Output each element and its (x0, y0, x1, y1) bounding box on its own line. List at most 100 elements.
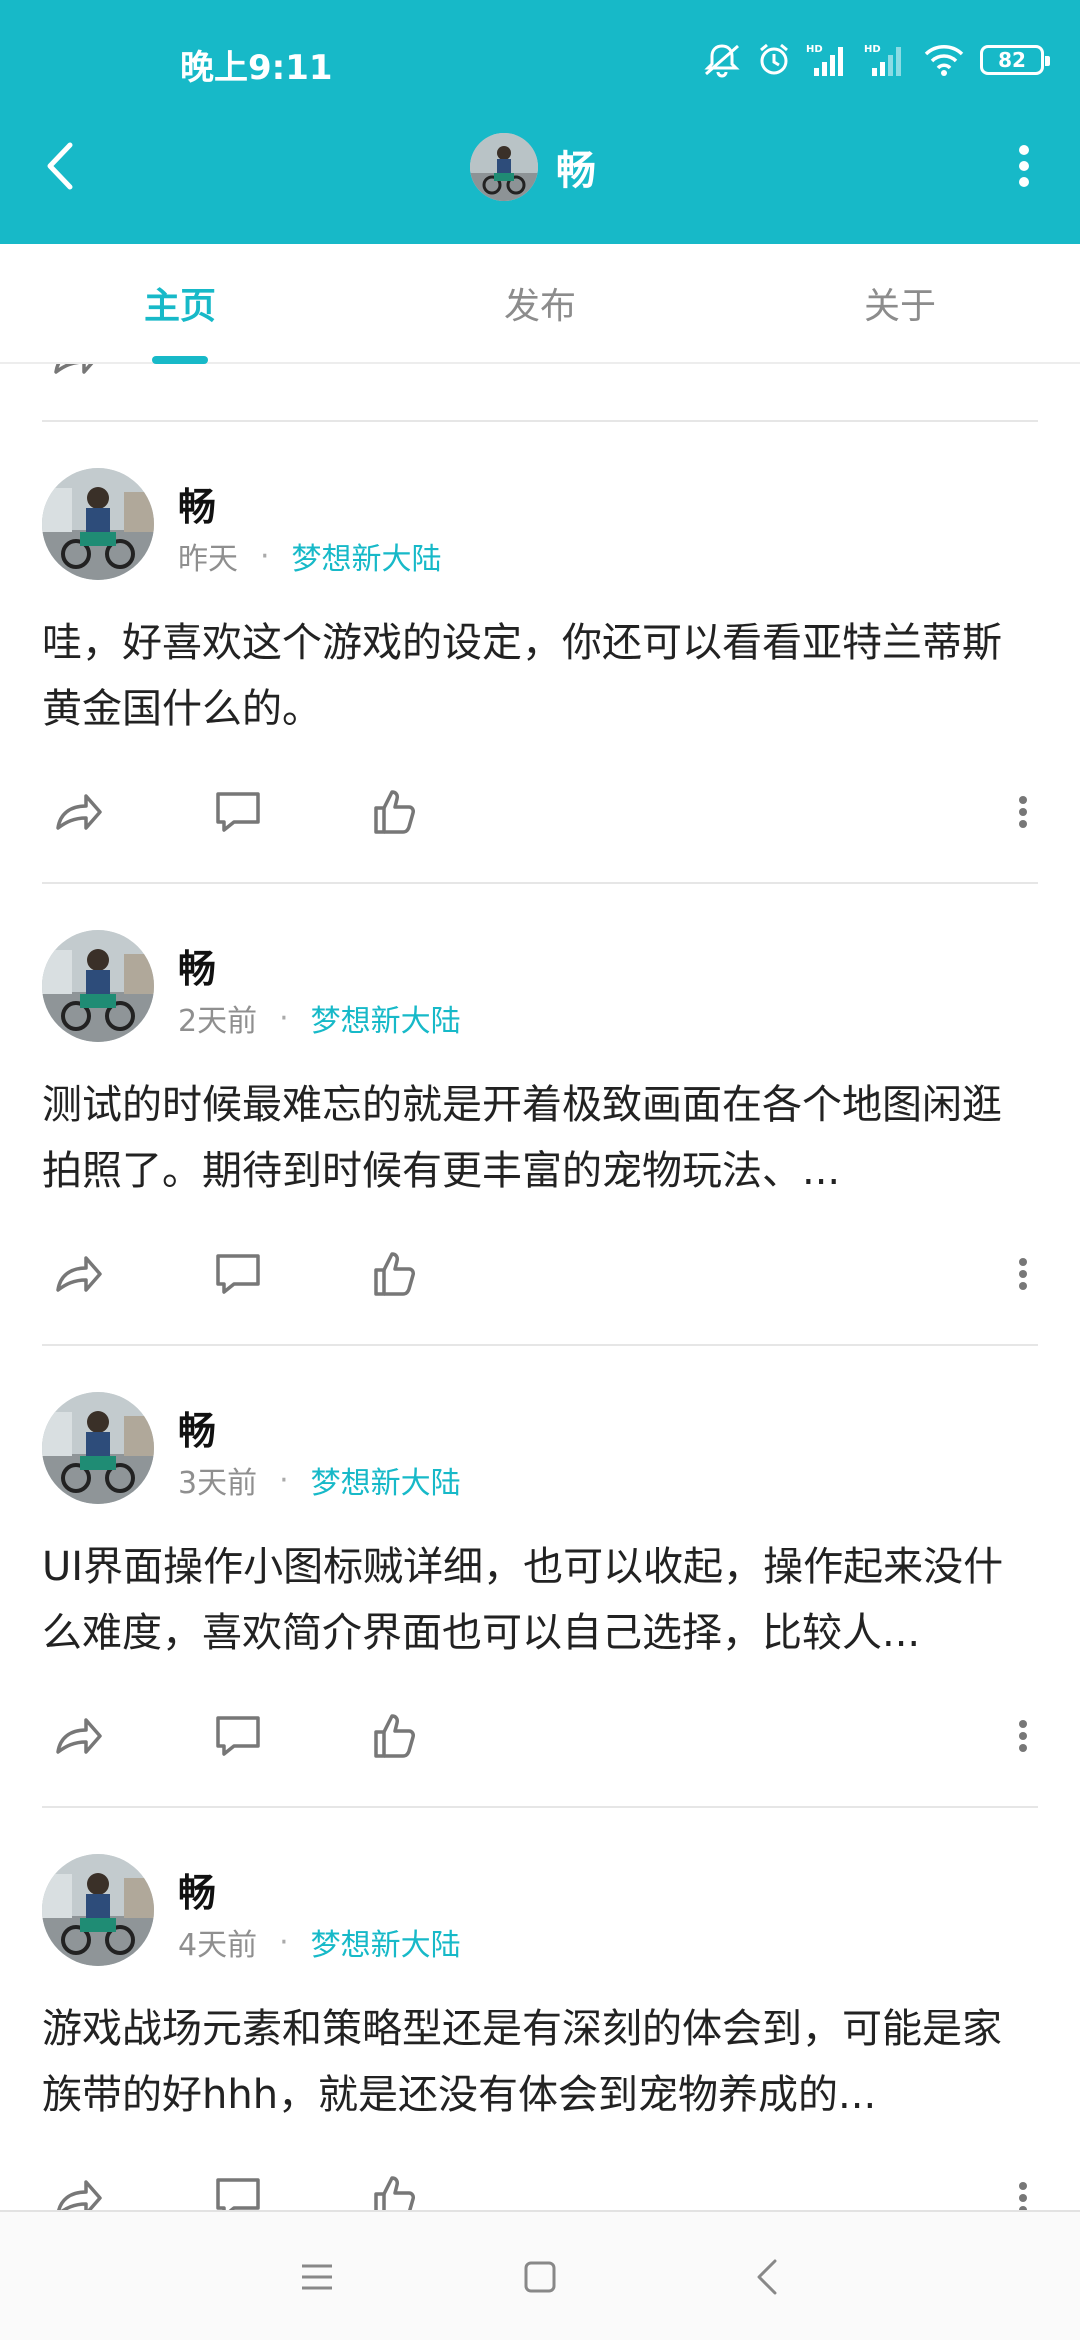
more-vertical-icon (1019, 2182, 1027, 2210)
more-vertical-icon (1019, 796, 1027, 828)
active-tab-indicator (152, 356, 208, 364)
post-item[interactable]: 畅 3天前 · 梦想新大陆 UI界面操作小图标贼详细，也可以收起，操作起来没什么… (42, 1346, 1038, 1806)
svg-text:HD: HD (806, 44, 823, 55)
share-button[interactable] (48, 1244, 108, 1304)
profile-header: 畅 (470, 132, 596, 202)
comment-button[interactable] (208, 1706, 268, 1766)
post-actions (42, 1706, 1038, 1766)
post-more-button[interactable] (1008, 1244, 1038, 1304)
meta-separator: · (260, 538, 270, 574)
home-button[interactable] (505, 2242, 575, 2312)
system-back-button[interactable] (732, 2242, 802, 2312)
post-actions (42, 2168, 1038, 2210)
post-meta: 昨天 · 梦想新大陆 (178, 534, 442, 578)
share-button[interactable] (48, 1706, 108, 1766)
share-button[interactable] (48, 782, 108, 842)
share-icon (56, 1256, 102, 1292)
comment-icon (216, 1716, 260, 1756)
status-bar: 晚上9:11 HD HD 82 (0, 0, 1080, 124)
post-more-button[interactable] (1008, 1706, 1038, 1766)
back-triangle-icon (757, 2259, 777, 2295)
menu-icon (302, 2264, 332, 2290)
more-vertical-icon (1019, 1720, 1027, 1752)
author-name[interactable]: 畅 (178, 938, 216, 993)
comment-icon (216, 1254, 260, 1294)
signal-hd-icon: HD (806, 42, 850, 78)
share-icon[interactable] (48, 364, 104, 384)
battery-level: 82 (980, 45, 1050, 75)
forum-link[interactable]: 梦想新大陆 (292, 534, 442, 578)
alarm-icon (756, 42, 792, 78)
thumbs-up-icon (374, 790, 415, 834)
thumbs-up-icon (374, 1252, 415, 1296)
post-time: 3天前 (178, 1466, 258, 1501)
status-time: 晚上9:11 (180, 48, 333, 88)
post-item[interactable]: 畅 4天前 · 梦想新大陆 游戏战场元素和策略型还是有深刻的体会到，可能是家族带… (42, 1808, 1038, 2210)
author-avatar[interactable] (42, 930, 154, 1042)
system-nav-bar (0, 2210, 1080, 2340)
like-button[interactable] (366, 1244, 426, 1304)
more-vertical-icon (1019, 1258, 1027, 1290)
post-content[interactable]: 游戏战场元素和策略型还是有深刻的体会到，可能是家族带的好hhh，就是还没有体会到… (42, 1996, 1038, 2128)
home-square-icon (524, 2261, 556, 2293)
thumbs-up-icon (374, 2176, 415, 2210)
wifi-icon (922, 42, 966, 78)
post-actions (42, 782, 1038, 842)
meta-separator: · (279, 1924, 289, 1960)
post-meta: 4天前 · 梦想新大陆 (178, 1920, 461, 1964)
page-title: 畅 (556, 148, 596, 194)
post-content[interactable]: 测试的时候最难忘的就是开着极致画面在各个地图闲逛拍照了。期待到时候有更丰富的宠物… (42, 1072, 1038, 1204)
share-icon (57, 2180, 102, 2210)
like-button[interactable] (366, 782, 426, 842)
post-content[interactable]: 哇，好喜欢这个游戏的设定，你还可以看看亚特兰蒂斯黄金国什么的。 (42, 610, 1038, 742)
forum-link[interactable]: 梦想新大陆 (311, 1920, 461, 1964)
thumbs-up-icon (374, 1714, 415, 1758)
previous-post-actions (42, 364, 1042, 388)
tab-home[interactable]: 主页 (0, 244, 360, 362)
post-item[interactable]: 畅 2天前 · 梦想新大陆 测试的时候最难忘的就是开着极致画面在各个地图闲逛拍照… (42, 884, 1038, 1344)
forum-link[interactable]: 梦想新大陆 (311, 1458, 461, 1502)
share-icon (56, 1718, 102, 1754)
tab-about[interactable]: 关于 (720, 244, 1080, 362)
author-avatar[interactable] (42, 468, 154, 580)
battery-icon: 82 (980, 45, 1050, 75)
post-time: 2天前 (178, 1004, 258, 1039)
status-icons: HD HD 82 (702, 40, 1050, 80)
author-avatar[interactable] (42, 1392, 154, 1504)
app-header: 晚上9:11 HD HD 82 畅 (0, 0, 1080, 244)
author-name[interactable]: 畅 (178, 1862, 216, 1917)
tab-bar: 主页 发布 关于 (0, 244, 1080, 364)
comment-button[interactable] (208, 782, 268, 842)
comment-button[interactable] (208, 1244, 268, 1304)
like-button[interactable] (366, 2168, 426, 2210)
like-button[interactable] (366, 1706, 426, 1766)
post-feed[interactable]: 畅 昨天 · 梦想新大陆 哇，好喜欢这个游戏的设定，你还可以看看亚特兰蒂斯黄金国… (0, 364, 1080, 2210)
comment-icon (216, 792, 260, 832)
tab-posts[interactable]: 发布 (360, 244, 720, 362)
mute-icon (702, 42, 742, 78)
recent-apps-button[interactable] (282, 2242, 352, 2312)
meta-separator: · (279, 1000, 289, 1036)
post-content[interactable]: UI界面操作小图标贼详细，也可以收起，操作起来没什么难度，喜欢简介界面也可以自己… (42, 1534, 1038, 1666)
share-icon (56, 794, 102, 830)
back-button[interactable] (36, 136, 84, 196)
author-avatar[interactable] (42, 1854, 154, 1966)
more-options-button[interactable] (1004, 136, 1044, 196)
post-meta: 2天前 · 梦想新大陆 (178, 996, 461, 1040)
post-meta: 3天前 · 梦想新大陆 (178, 1458, 461, 1502)
signal-hd-icon: HD (864, 42, 908, 78)
comment-button[interactable] (208, 2168, 268, 2210)
author-name[interactable]: 畅 (178, 476, 216, 531)
meta-separator: · (279, 1462, 289, 1498)
post-actions (42, 1244, 1038, 1304)
author-name[interactable]: 畅 (178, 1400, 216, 1455)
post-item[interactable]: 畅 昨天 · 梦想新大陆 哇，好喜欢这个游戏的设定，你还可以看看亚特兰蒂斯黄金国… (42, 422, 1038, 882)
share-button[interactable] (48, 2168, 108, 2210)
avatar (470, 133, 538, 201)
post-more-button[interactable] (1008, 2168, 1038, 2210)
post-time: 4天前 (178, 1928, 258, 1963)
post-more-button[interactable] (1008, 782, 1038, 842)
post-time: 昨天 (178, 542, 238, 577)
chevron-left-icon (47, 142, 73, 190)
forum-link[interactable]: 梦想新大陆 (311, 996, 461, 1040)
